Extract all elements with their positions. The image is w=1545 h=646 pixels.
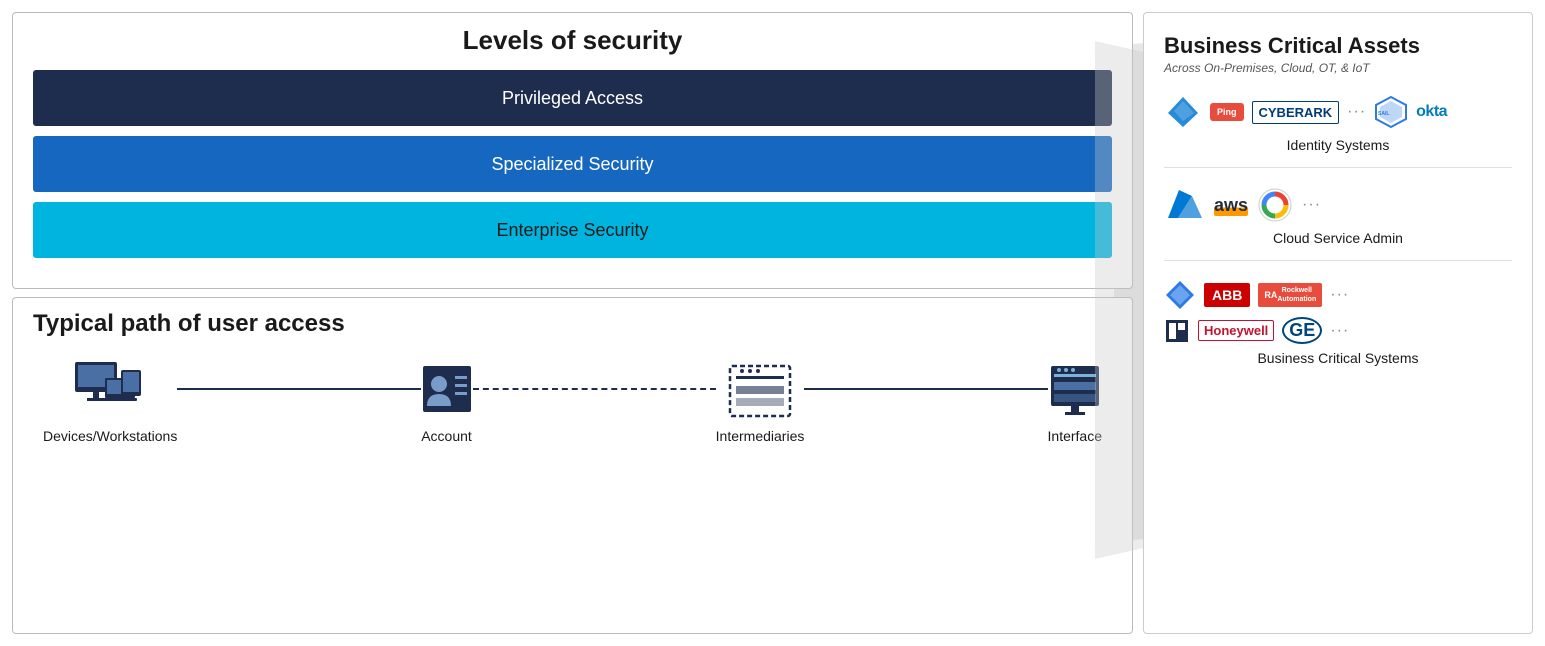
path-item-interface: Interface <box>1048 362 1102 444</box>
intermediaries-label: Intermediaries <box>716 428 805 444</box>
identity-logos: Ping CYBERARK ··· SAIL okta <box>1164 93 1512 131</box>
bar-privileged: Privileged Access <box>33 70 1112 126</box>
intermediaries-icon <box>728 362 792 420</box>
sailpoint-logo: SAIL <box>1374 95 1408 129</box>
interface-icon <box>1049 362 1101 420</box>
azure-logo <box>1164 186 1206 224</box>
business-logos-row2: Honeywell GE ··· <box>1164 317 1512 344</box>
levels-box: Levels of security Privileged Access Spe… <box>12 12 1133 289</box>
business-more-dots-row1: ··· <box>1330 286 1349 304</box>
identity-section: Ping CYBERARK ··· SAIL okta Identity <box>1164 93 1512 168</box>
cyberark-logo: CYBERARK <box>1252 101 1340 124</box>
connector-1 <box>177 388 420 391</box>
path-box: Typical path of user access <box>12 297 1133 634</box>
rockwell-logo: RA RockwellAutomation <box>1258 283 1322 307</box>
azure-ad-logo <box>1164 93 1202 131</box>
interface-label: Interface <box>1048 428 1102 444</box>
abb-logo: ABB <box>1204 283 1250 307</box>
main-container: Levels of security Privileged Access Spe… <box>0 0 1545 646</box>
account-icon <box>421 362 473 420</box>
cloud-section: aws ··· Cloud Service Admin <box>1164 186 1512 261</box>
path-items: Devices/Workstations <box>33 362 1112 444</box>
levels-title: Levels of security <box>33 25 1112 56</box>
path-item-devices: Devices/Workstations <box>43 362 177 444</box>
diamond-icon <box>1164 279 1196 311</box>
okta-logo: okta <box>1416 103 1447 121</box>
bar-enterprise: Enterprise Security <box>33 202 1112 258</box>
identity-more-dots: ··· <box>1347 103 1366 121</box>
ping-logo: Ping <box>1210 103 1244 121</box>
bca-title: Business Critical Assets <box>1164 33 1512 59</box>
business-more-dots-row2: ··· <box>1330 322 1349 340</box>
cloud-logos: aws ··· <box>1164 186 1512 224</box>
business-label: Business Critical Systems <box>1164 350 1512 366</box>
devices-icon <box>75 362 145 420</box>
cloud-label: Cloud Service Admin <box>1164 230 1512 246</box>
svg-text:SAIL: SAIL <box>1378 111 1389 117</box>
left-panel: Levels of security Privileged Access Spe… <box>12 12 1133 634</box>
devices-label: Devices/Workstations <box>43 428 177 444</box>
ge-logo: GE <box>1282 317 1322 344</box>
path-item-intermediaries: Intermediaries <box>716 362 805 444</box>
gcp-logo <box>1256 186 1294 224</box>
business-section: ABB RA RockwellAutomation ··· Hone <box>1164 279 1512 380</box>
path-item-account: Account <box>421 362 473 444</box>
connector-2 <box>473 388 716 390</box>
identity-label: Identity Systems <box>1164 137 1512 153</box>
connector-3 <box>804 388 1047 391</box>
aws-logo: aws <box>1214 195 1248 216</box>
business-logos: ABB RA RockwellAutomation ··· <box>1164 279 1512 311</box>
right-panel: Business Critical Assets Across On-Premi… <box>1143 12 1533 634</box>
path-title: Typical path of user access <box>33 310 1112 338</box>
bar-specialized: Specialized Security <box>33 136 1112 192</box>
account-label: Account <box>421 428 472 444</box>
small-square-icon <box>1164 318 1190 344</box>
honeywell-logo: Honeywell <box>1198 320 1274 341</box>
bca-header: Business Critical Assets Across On-Premi… <box>1164 33 1512 75</box>
bca-subtitle: Across On-Premises, Cloud, OT, & IoT <box>1164 61 1512 75</box>
cloud-more-dots: ··· <box>1302 196 1321 214</box>
